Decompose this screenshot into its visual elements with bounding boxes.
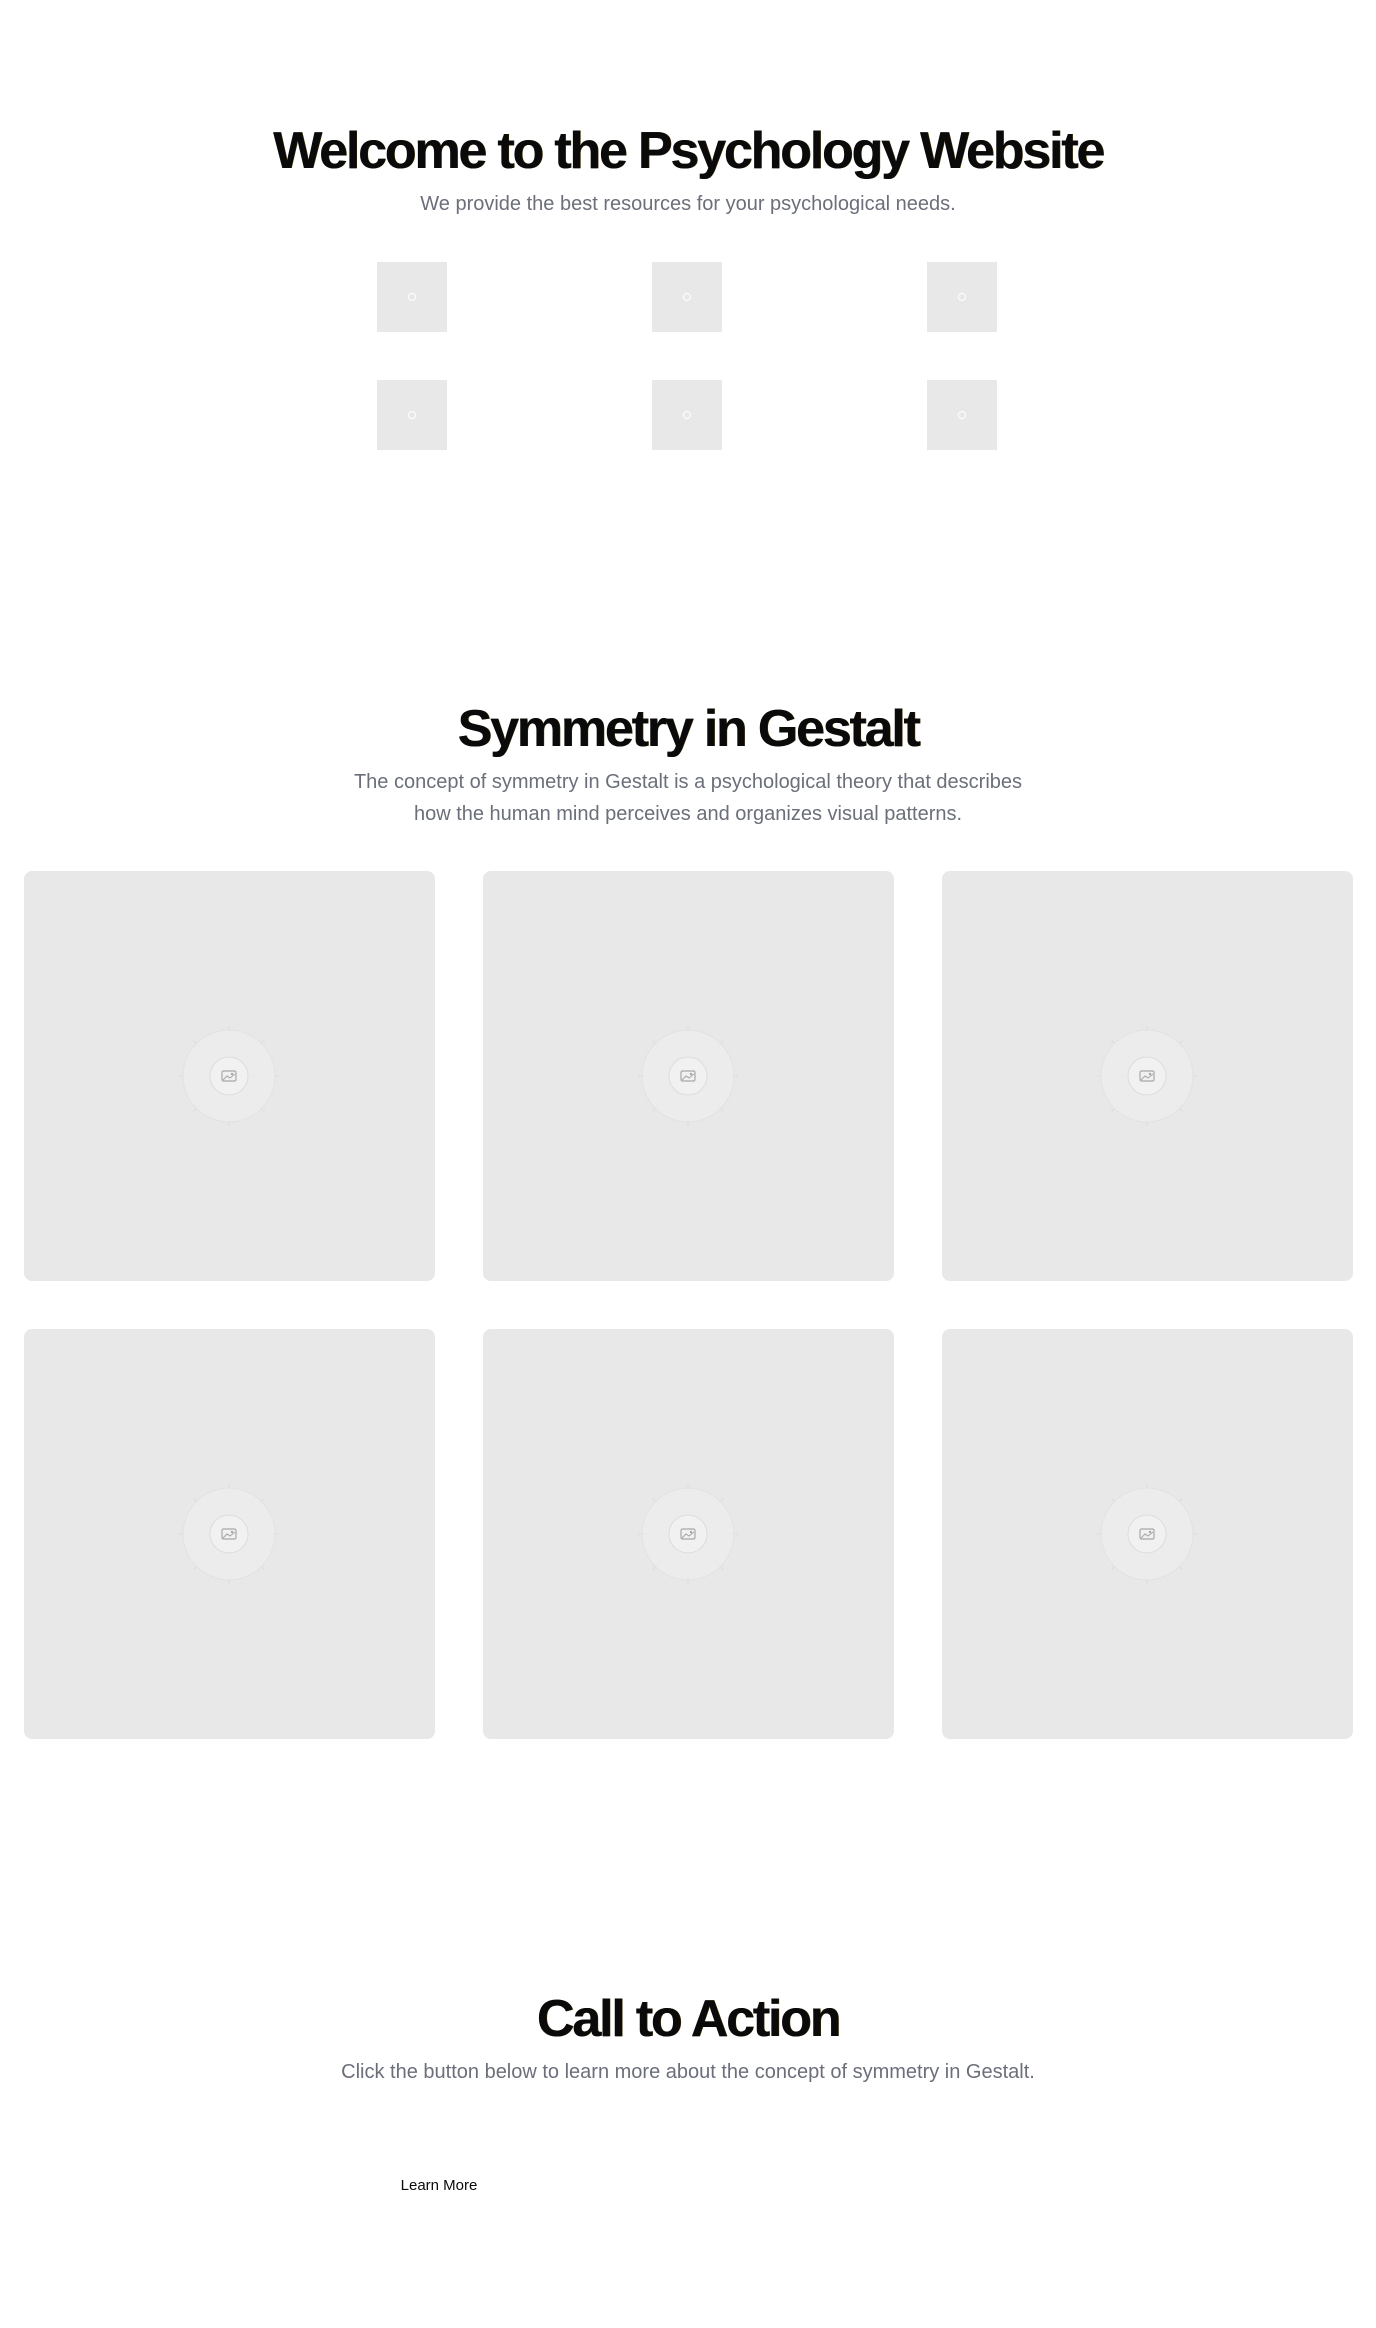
image-placeholder-icon [179, 1484, 279, 1584]
image-card [942, 1329, 1353, 1739]
image-placeholder-icon [958, 411, 966, 419]
hero-section: Welcome to the Psychology Website We pro… [0, 118, 1376, 220]
image-placeholder-icon [638, 1026, 738, 1126]
thumbnail-image [927, 380, 997, 450]
hero-thumbnail-grid [377, 262, 1001, 450]
hero-title: Welcome to the Psychology Website [273, 122, 1105, 180]
learn-more-button[interactable]: Learn More [380, 2166, 498, 2204]
thumbnail-image [377, 262, 447, 332]
image-card [483, 871, 894, 1281]
cta-section: Call to Action Click the button below to… [0, 1986, 1376, 2088]
hero-subtitle: We provide the best resources for your p… [420, 193, 956, 215]
thumbnail-image [652, 380, 722, 450]
image-placeholder-icon [1097, 1484, 1197, 1584]
cta-description: Click the button below to learn more abo… [341, 2061, 1035, 2083]
cta-title: Call to Action [536, 1990, 842, 2048]
thumbnail-image [377, 380, 447, 450]
image-card [483, 1329, 894, 1739]
image-placeholder-icon [179, 1026, 279, 1126]
image-placeholder-icon [958, 293, 966, 301]
gestalt-title: Symmetry in Gestalt [457, 700, 920, 758]
image-placeholder-icon [408, 293, 416, 301]
image-card [24, 1329, 435, 1739]
image-placeholder-icon [683, 293, 691, 301]
image-placeholder-icon [1097, 1026, 1197, 1126]
image-placeholder-icon [683, 411, 691, 419]
image-card [942, 871, 1353, 1281]
thumbnail-image [652, 262, 722, 332]
thumbnail-image [927, 262, 997, 332]
image-card [24, 871, 435, 1281]
image-placeholder-icon [408, 411, 416, 419]
gestalt-description: The concept of symmetry in Gestalt is a … [353, 771, 1023, 825]
gestalt-section: Symmetry in Gestalt The concept of symme… [0, 696, 1376, 830]
image-placeholder-icon [638, 1484, 738, 1584]
